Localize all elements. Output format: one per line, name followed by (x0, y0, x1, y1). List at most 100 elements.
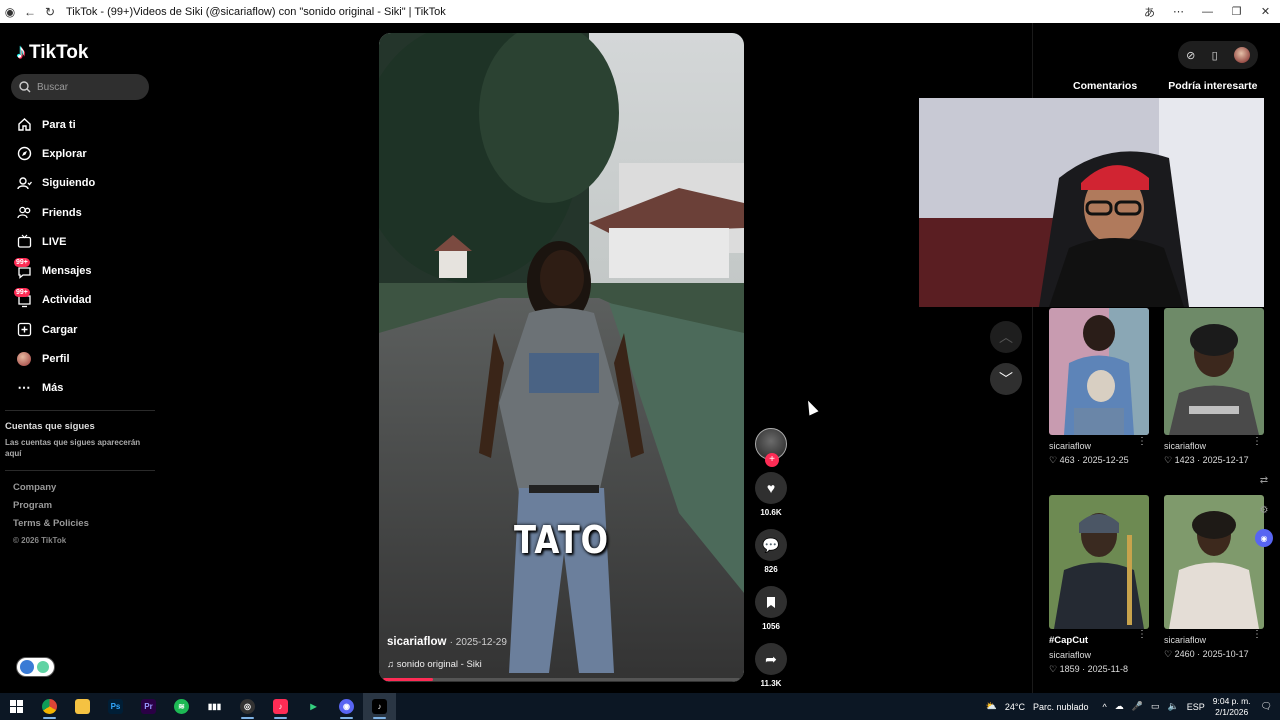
chevron-up-tray-icon[interactable]: ^ (1103, 702, 1107, 712)
spotify-icon[interactable]: ≋ (165, 693, 198, 720)
card-date: 2025-12-25 (1082, 455, 1129, 465)
back-icon[interactable]: ← (20, 0, 40, 23)
discord-taskbar-icon[interactable]: ◉ (330, 693, 363, 720)
settings-side-icon[interactable]: ⚙ (1254, 500, 1274, 520)
maximize-button[interactable]: ❐ (1222, 0, 1251, 23)
search-box[interactable] (11, 74, 149, 100)
mic-icon[interactable]: 🎤 (1132, 701, 1143, 712)
sidebar-item-mensajes[interactable]: 99+ Mensajes (14, 256, 95, 285)
tiktok-logo[interactable]: ♪ TikTok (16, 41, 88, 64)
sidebar-item-siguiendo[interactable]: Siguiendo (16, 169, 95, 198)
notifications-icon[interactable]: 🗨 (1261, 701, 1272, 712)
translate-side-icon[interactable]: ⇄ (1254, 470, 1274, 490)
weather-icon[interactable]: ⛅ (986, 701, 997, 712)
minimize-button[interactable]: — (1193, 0, 1222, 23)
sidebar-item-mas[interactable]: ⋯ Más (16, 374, 95, 403)
audio-app-icon[interactable]: ▮▮▮ (198, 693, 231, 720)
footer-link-program[interactable]: Program (13, 500, 89, 518)
sidebar-item-live[interactable]: LIVE (16, 227, 95, 256)
more-icon: ⋯ (17, 380, 31, 396)
tab-podria-interesarte[interactable]: Podría interesarte (1168, 80, 1257, 92)
close-button[interactable]: ✕ (1251, 0, 1280, 23)
creator-avatar[interactable]: + (755, 428, 787, 467)
heart-icon[interactable]: ♥ (755, 472, 787, 504)
bookmark-icon[interactable] (755, 586, 787, 618)
more-options-icon[interactable]: ⋮ (1137, 629, 1147, 640)
sidebar-item-cargar[interactable]: Cargar (16, 315, 95, 344)
card-meta: ♡ 1423 · 2025-12-17 (1164, 455, 1249, 465)
photoshop-icon[interactable]: Ps (99, 693, 132, 720)
toggle-dot-icon (37, 661, 49, 673)
premiere-icon[interactable]: Pr (132, 693, 165, 720)
weather-temp[interactable]: 24°C (1005, 702, 1025, 712)
video-progress-bar[interactable] (383, 678, 740, 681)
chrome-icon[interactable] (33, 693, 66, 720)
windows-start-icon[interactable] (0, 693, 33, 720)
suggested-video-card[interactable]: ⋮ #CapCut sicariaflow ♡ 1859 · 2025-11-8 (1049, 495, 1149, 675)
user-avatar[interactable] (1233, 47, 1250, 63)
translate-icon[interactable]: あ (1135, 0, 1164, 23)
sidebar-item-perfil[interactable]: Perfil (16, 344, 95, 373)
tiktok-note-icon: ♪ (16, 41, 26, 63)
sidebar-item-label: Para ti (42, 118, 76, 131)
sidebar-item-para-ti[interactable]: Para ti (16, 110, 95, 139)
card-username[interactable]: sicariaflow (1164, 635, 1264, 645)
save-action[interactable]: 1056 (752, 586, 790, 631)
sidebar-item-label: Mensajes (42, 265, 92, 278)
follow-plus-icon[interactable]: + (765, 453, 779, 467)
card-tag[interactable]: #CapCut (1049, 635, 1149, 646)
footer-links: Company Program Terms & Policies © 2026 … (13, 482, 89, 554)
more-options-icon[interactable]: ⋮ (1252, 436, 1262, 447)
sidebar-item-actividad[interactable]: 99+ Actividad (14, 286, 95, 315)
footer-link-terms[interactable]: Terms & Policies (13, 518, 89, 536)
comment-action[interactable]: 💬 826 (752, 529, 790, 574)
clock[interactable]: 9:04 p. m. 2/1/2026 (1213, 696, 1251, 718)
video-thumbnail[interactable] (1164, 495, 1264, 629)
sidebar-item-friends[interactable]: Friends (16, 198, 95, 227)
tab-comentarios[interactable]: Comentarios (1073, 80, 1137, 92)
suggested-video-card[interactable]: ⋮ sicariaflow ♡ 463 · 2025-12-25 (1049, 308, 1149, 466)
video-thumbnail[interactable] (1164, 308, 1264, 435)
network-icon[interactable]: ▭ (1151, 701, 1160, 712)
media-app-icon[interactable]: ▶ (297, 693, 330, 720)
video-sound[interactable]: ♫ sonido original - Siki (387, 659, 482, 670)
footer-link-company[interactable]: Company (13, 482, 89, 500)
compass-small-icon[interactable]: ⊘ (1186, 49, 1195, 62)
suggested-video-card[interactable]: ⋮ sicariaflow ♡ 2460 · 2025-10-17 (1164, 495, 1264, 660)
card-meta: ♡ 2460 · 2025-10-17 (1164, 649, 1249, 659)
video-username[interactable]: sicariaflow (387, 636, 446, 648)
card-username[interactable]: sicariaflow (1164, 441, 1264, 451)
share-icon[interactable]: ➦ (755, 643, 787, 675)
comment-icon[interactable]: 💬 (755, 529, 787, 561)
webcam-image (919, 98, 1264, 307)
extension-toggle[interactable] (16, 657, 55, 677)
video-frame (379, 33, 744, 682)
reload-icon[interactable]: ↻ (40, 0, 60, 23)
card-username[interactable]: sicariaflow (1049, 441, 1149, 451)
sidebar-item-explorar[interactable]: Explorar (16, 139, 95, 168)
menu-dots-icon[interactable]: ⋯ (1164, 0, 1193, 23)
language-indicator[interactable]: ESP (1187, 702, 1205, 712)
video-thumbnail[interactable] (1049, 308, 1149, 435)
sidebar-item-label: Cargar (42, 323, 78, 336)
tiktok-studio-icon[interactable]: ♪ (264, 693, 297, 720)
like-action[interactable]: ♥ 10.6K (752, 472, 790, 517)
video-thumbnail[interactable] (1049, 495, 1149, 629)
cloud-icon[interactable]: ☁ (1115, 701, 1124, 712)
card-username[interactable]: sicariaflow (1049, 650, 1149, 660)
discord-icon[interactable]: ◉ (1254, 528, 1274, 548)
video-player[interactable]: TATO sicariaflow · 2025-12-29 ♫ sonido o… (379, 33, 744, 682)
suggested-video-card[interactable]: ⋮ sicariaflow ♡ 1423 · 2025-12-17 (1164, 308, 1264, 466)
search-input[interactable] (37, 81, 137, 93)
weather-desc[interactable]: Parc. nublado (1033, 702, 1089, 712)
tiktok-taskbar-icon[interactable]: ♪ (363, 693, 396, 720)
phone-icon[interactable]: ▯ (1212, 49, 1218, 62)
obs-icon[interactable]: ◎ (231, 693, 264, 720)
next-video-button[interactable]: ﹀ (990, 363, 1022, 395)
file-explorer-icon[interactable] (66, 693, 99, 720)
previous-video-button[interactable]: ︿ (990, 321, 1022, 353)
more-options-icon[interactable]: ⋮ (1137, 436, 1147, 447)
more-options-icon[interactable]: ⋮ (1252, 629, 1262, 640)
share-action[interactable]: ➦ 11.3K (752, 643, 790, 688)
volume-icon[interactable]: 🔈 (1168, 701, 1179, 712)
